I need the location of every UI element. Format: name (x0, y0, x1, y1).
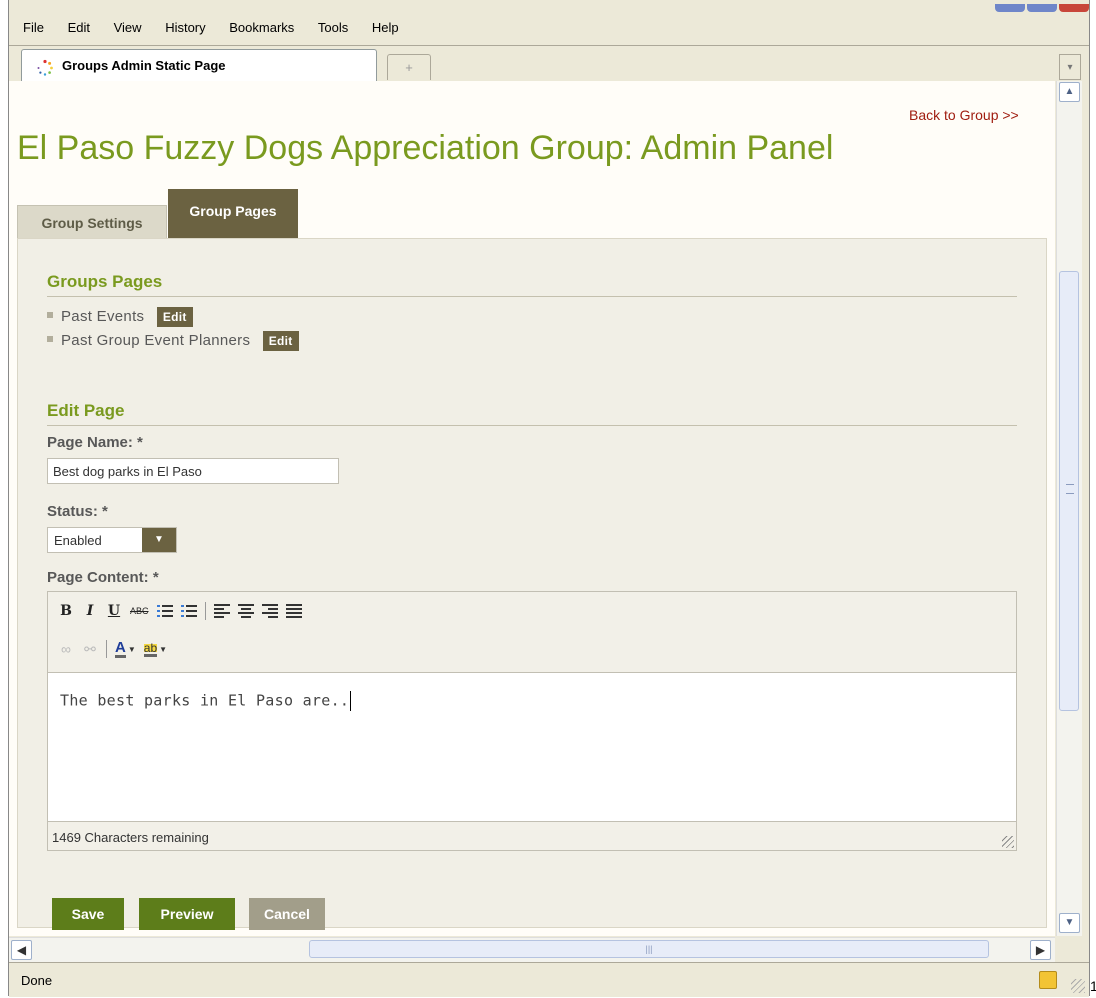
editor-content-area[interactable]: The best parks in El Paso are.. (48, 672, 1016, 822)
editor-toolbar-row-1: B I U ABC (58, 598, 310, 624)
divider (47, 425, 1017, 426)
menu-history[interactable]: History (165, 16, 205, 40)
edit-page-heading: Edit Page (47, 401, 125, 420)
tab-strip: Groups Admin Static Page + ▾ (9, 45, 1089, 82)
editor-text: The best parks in El Paso are.. (60, 691, 352, 711)
italic-button[interactable]: I (82, 602, 98, 620)
browser-tab-title: Groups Admin Static Page (62, 58, 226, 73)
scroll-left-icon[interactable]: ◀ (11, 940, 32, 960)
menu-bar: File Edit View History Bookmarks Tools H… (9, 16, 1089, 40)
grip-icon (1066, 484, 1074, 494)
page-name-label: Page Name: * (47, 434, 143, 451)
close-window-button[interactable] (1059, 4, 1089, 12)
page-item-label: Past Events (61, 307, 145, 325)
maximize-button[interactable] (1027, 4, 1057, 12)
scroll-right-icon[interactable]: ▶ (1030, 940, 1051, 960)
window-controls (993, 0, 1089, 12)
new-tab-button[interactable]: + (387, 54, 431, 80)
browser-window: File Edit View History Bookmarks Tools H… (8, 0, 1090, 997)
menu-tools[interactable]: Tools (318, 16, 348, 40)
page-viewport: Back to Group >> El Paso Fuzzy Dogs Appr… (9, 81, 1055, 936)
align-right-icon[interactable] (261, 604, 278, 618)
bullet-icon (47, 312, 53, 318)
tab-group-pages-label: Group Pages (189, 203, 277, 219)
align-left-icon[interactable] (213, 604, 230, 618)
vertical-scrollbar[interactable]: ▲ ▼ (1056, 81, 1082, 936)
rich-text-editor: B I U ABC ∞ ⚯ A ▼ ab ▼ The best parks in… (47, 591, 1017, 851)
menu-help[interactable]: Help (372, 16, 399, 40)
vertical-scroll-thumb[interactable] (1059, 271, 1079, 711)
status-bar: Done (9, 962, 1089, 997)
toolbar-separator (204, 602, 206, 620)
status-label: Status: * (47, 503, 108, 520)
resize-handle-icon[interactable] (1002, 836, 1014, 848)
align-justify-icon[interactable] (285, 604, 302, 618)
status-text: Done (21, 973, 53, 988)
bold-button[interactable]: B (58, 602, 74, 620)
page-content-label: Page Content: * (47, 569, 159, 586)
tab-group-pages[interactable]: Group Pages (168, 189, 298, 244)
underline-button[interactable]: U (106, 602, 122, 620)
tab-list-dropdown[interactable]: ▾ (1059, 54, 1081, 80)
preview-button[interactable]: Preview (139, 898, 235, 930)
font-color-icon[interactable]: A (115, 640, 126, 658)
cancel-button[interactable]: Cancel (249, 898, 325, 930)
highlight-color-icon[interactable]: ab (143, 641, 158, 657)
page-title: El Paso Fuzzy Dogs Appreciation Group: A… (17, 129, 834, 167)
unlink-icon[interactable]: ⚯ (82, 640, 98, 658)
tab-group-settings[interactable]: Group Settings (17, 205, 167, 238)
horizontal-scroll-thumb[interactable]: ||| (309, 940, 989, 958)
toolbar-separator (106, 640, 107, 658)
numbered-list-icon[interactable] (180, 604, 197, 618)
menu-bookmarks[interactable]: Bookmarks (229, 16, 294, 40)
font-color-dropdown-icon[interactable]: ▼ (128, 645, 136, 654)
editor-text-content: The best parks in El Paso are.. (60, 691, 350, 710)
strikethrough-button[interactable]: ABC (130, 602, 149, 620)
status-select[interactable]: Enabled ▼ (47, 527, 177, 553)
list-item: Past Events Edit (47, 307, 193, 327)
scroll-up-icon[interactable]: ▲ (1059, 82, 1080, 102)
save-button[interactable]: Save (52, 898, 124, 930)
status-select-value: Enabled (54, 533, 102, 548)
edit-past-planners-button[interactable]: Edit (262, 331, 299, 351)
browser-tab-active[interactable]: Groups Admin Static Page (21, 49, 377, 81)
align-center-icon[interactable] (237, 604, 254, 618)
groups-pages-heading: Groups Pages (47, 272, 163, 291)
horizontal-scrollbar[interactable]: ◀ ||| ▶ (9, 937, 1055, 962)
lock-icon[interactable] (1039, 971, 1057, 989)
menu-edit[interactable]: Edit (68, 16, 90, 40)
page-item-label: Past Group Event Planners (61, 331, 251, 349)
menu-view[interactable]: View (114, 16, 142, 40)
margin-text: 1 (1090, 978, 1096, 994)
scroll-down-icon[interactable]: ▼ (1059, 913, 1080, 933)
list-item: Past Group Event Planners Edit (47, 331, 299, 351)
minimize-button[interactable] (995, 4, 1025, 12)
page-name-input[interactable] (47, 458, 339, 484)
back-to-group-link[interactable]: Back to Group >> (909, 107, 1019, 123)
editor-toolbar-row-2: ∞ ⚯ A ▼ ab ▼ (58, 636, 175, 662)
text-caret (350, 691, 352, 711)
divider (47, 296, 1017, 297)
chevron-down-icon[interactable]: ▼ (142, 528, 176, 552)
edit-past-events-button[interactable]: Edit (156, 307, 193, 327)
bullet-icon (47, 336, 53, 342)
window-resize-grip-icon[interactable] (1071, 979, 1085, 993)
highlight-color-dropdown-icon[interactable]: ▼ (159, 645, 167, 654)
menu-file[interactable]: File (23, 16, 44, 40)
bullet-list-icon[interactable] (156, 604, 173, 618)
title-bar (9, 0, 1089, 12)
loading-spinner-icon (37, 59, 53, 76)
link-icon[interactable]: ∞ (58, 640, 74, 658)
characters-remaining: 1469 Characters remaining (52, 830, 209, 845)
